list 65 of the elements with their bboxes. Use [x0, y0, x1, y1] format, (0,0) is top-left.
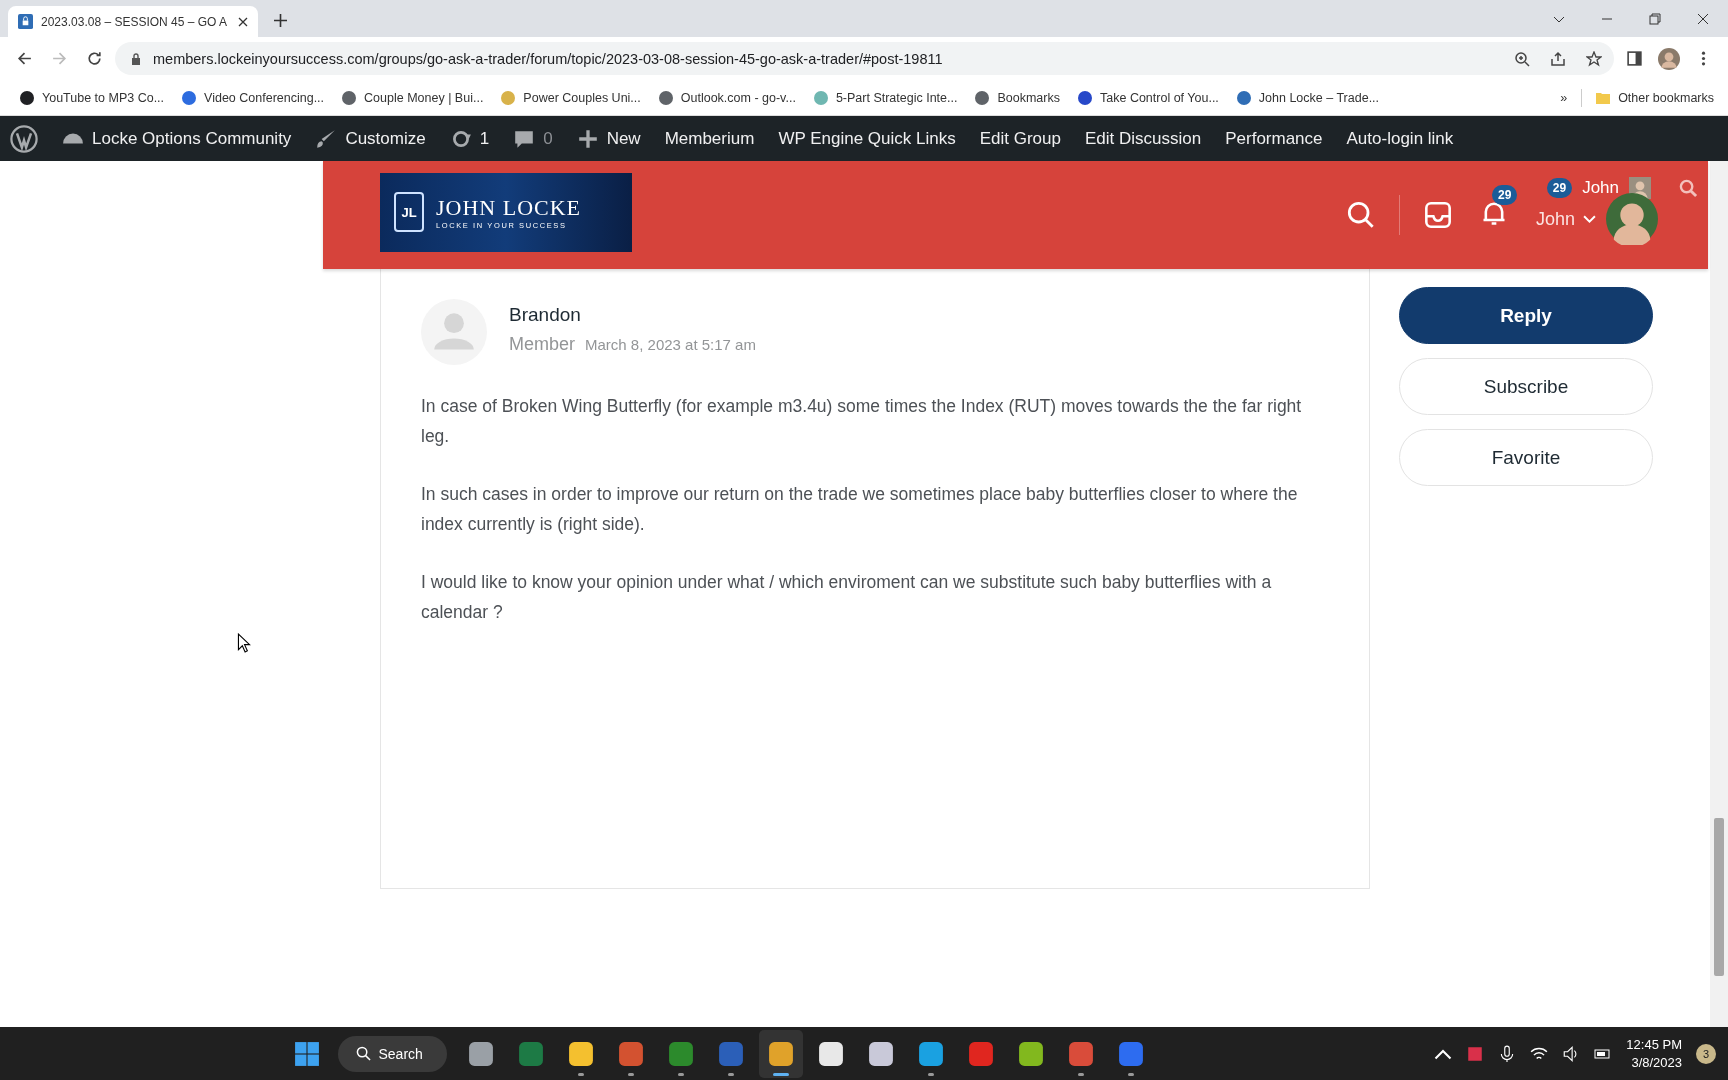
bookmark-folder[interactable]: Other bookmarks: [1592, 90, 1718, 105]
post-paragraph: In such cases in order to improve our return on the trade we sometimes place baby butterflies closer to where the index currently is (right side).: [421, 483, 1299, 536]
inbox-icon[interactable]: [1423, 201, 1452, 229]
reply-button[interactable]: Reply: [1399, 287, 1653, 344]
search-icon[interactable]: [1346, 201, 1375, 229]
bookmark[interactable]: Outlook.com - go-v...: [654, 90, 800, 105]
bookmark[interactable]: Bookmarks: [971, 90, 1064, 105]
search-icon[interactable]: [1679, 178, 1698, 198]
admin-link[interactable]: WP Engine Quick Links: [778, 128, 956, 149]
admin-link[interactable]: 0: [513, 127, 553, 150]
author-name[interactable]: Brandon: [509, 304, 756, 326]
zoom-icon[interactable]: [1514, 50, 1530, 67]
admin-link[interactable]: Edit Group: [979, 128, 1061, 149]
lock-icon: [18, 14, 33, 29]
lock-icon: [131, 52, 141, 65]
overflow-button[interactable]: »: [1556, 90, 1572, 105]
user-menu[interactable]: John: [1535, 208, 1596, 230]
chevron-down-icon: [1583, 214, 1596, 224]
avatar-icon[interactable]: [1606, 193, 1658, 245]
wordpress-logo-icon[interactable]: [10, 124, 38, 153]
member-role: Member: [509, 334, 575, 355]
admin-link[interactable]: New: [576, 127, 641, 150]
bookmark[interactable]: John Locke – Trade...: [1232, 90, 1384, 105]
folder-icon: [1596, 90, 1611, 105]
admin-link[interactable]: Memberium: [664, 128, 755, 149]
post-date: March 8, 2023 at 5:17 am: [585, 336, 756, 353]
post-paragraph: In case of Broken Wing Butterfly (for example m3.4u) some times the Index (RUT) moves towards the the far right leg.: [421, 395, 1303, 448]
new-tab-icon[interactable]: [274, 14, 287, 27]
admin-link[interactable]: Customize: [315, 127, 426, 150]
address-bar[interactable]: members.lockeinyoursuccess.com/groups/go-ask-a-trader/forum/topic/2023-03-08-session-45-go-ask-a-trader/#post-19811: [115, 42, 1614, 75]
bookmark[interactable]: 5-Part Strategic Inte...: [809, 90, 962, 105]
bookmark[interactable]: Couple Money | Bui...: [338, 90, 488, 105]
plus-icon: [576, 127, 599, 150]
bookmark[interactable]: Video Conferencing...: [178, 90, 329, 105]
taskbar-app[interactable]: [758, 1029, 803, 1078]
lock-monogram: JL: [394, 192, 424, 232]
restore-icon[interactable]: [1649, 13, 1661, 25]
search-icon: [355, 1046, 371, 1061]
scrollbar-thumb[interactable]: [1714, 818, 1724, 976]
admin-link[interactable]: Edit Discussion: [1085, 128, 1202, 149]
action-button[interactable]: Subscribe: [1399, 358, 1653, 415]
close-icon[interactable]: [1697, 13, 1709, 25]
admin-link[interactable]: Auto-login link: [1346, 128, 1454, 149]
post-paragraph: I would like to know your opinion under what / which enviroment can we substitute such baby butterflies with a calendar ?: [421, 571, 1273, 624]
notification-badge[interactable]: 3: [1696, 1043, 1716, 1064]
logo-title: JOHN LOCKE: [436, 194, 582, 221]
avatar-icon: [421, 299, 487, 365]
bookmark[interactable]: Take Control of You...: [1074, 90, 1223, 105]
bookmark[interactable]: Power Couples Uni...: [497, 90, 645, 105]
share-icon[interactable]: [1550, 50, 1566, 67]
admin-link[interactable]: Locke Options Community: [62, 127, 292, 150]
mouse-pointer-icon: [237, 633, 251, 653]
clock[interactable]: 12:45 PM 3/8/2023: [1626, 1035, 1682, 1072]
bookmark[interactable]: YouTube to MP3 Co...: [16, 90, 169, 105]
browser-tab[interactable]: 2023.03.08 – SESSION 45 – GO A: [8, 6, 258, 37]
action-button[interactable]: Favorite: [1399, 429, 1653, 486]
admin-link[interactable]: 1: [449, 127, 490, 150]
tray-app-icon[interactable]: [1466, 1044, 1485, 1063]
star-icon[interactable]: [1586, 50, 1602, 67]
user-name[interactable]: John: [1582, 178, 1619, 198]
close-icon[interactable]: [238, 16, 248, 27]
count-badge: 29: [1546, 178, 1573, 198]
admin-link[interactable]: Performance: [1225, 128, 1323, 149]
taskbar-search[interactable]: Search: [337, 1035, 447, 1072]
notification-badge: 29: [1491, 185, 1518, 205]
